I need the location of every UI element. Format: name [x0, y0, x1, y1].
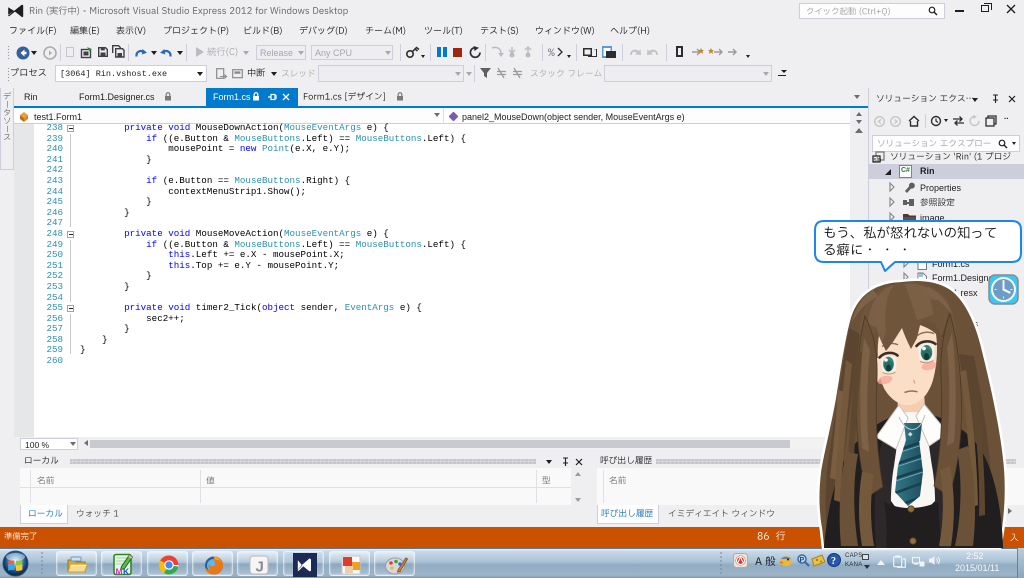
svg-text:sln: sln: [874, 158, 882, 164]
svg-text:P: P: [800, 557, 805, 564]
svg-text:?: ?: [831, 556, 836, 567]
svg-text:M: M: [116, 567, 123, 577]
svg-text:K: K: [123, 567, 130, 577]
svg-text:J: J: [256, 559, 264, 576]
svg-text:%: %: [548, 48, 555, 60]
